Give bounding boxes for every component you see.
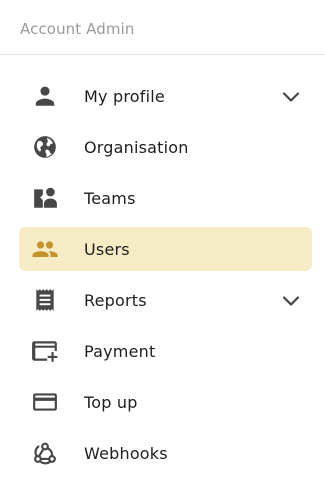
sidebar-item-label: Users xyxy=(84,240,130,259)
teams-icon xyxy=(31,185,59,211)
add-card-icon xyxy=(31,338,59,364)
chevron-down-icon[interactable] xyxy=(282,89,300,103)
sidebar-item-reports[interactable]: Reports xyxy=(19,278,312,322)
sidebar-item-top-up[interactable]: Top up xyxy=(19,380,312,424)
receipt-icon xyxy=(31,287,59,313)
sidebar-item-my-profile[interactable]: My profile xyxy=(19,74,312,118)
sidebar-item-users[interactable]: Users xyxy=(19,227,312,271)
sidebar-header: Account Admin xyxy=(0,0,325,55)
globe-icon xyxy=(31,134,59,160)
sidebar-item-label: Teams xyxy=(84,189,136,208)
sidebar-item-organisation[interactable]: Organisation xyxy=(19,125,312,169)
sidebar-item-label: Payment xyxy=(84,342,156,361)
sidebar-item-payment[interactable]: Payment xyxy=(19,329,312,373)
people-icon xyxy=(31,236,59,262)
chevron-down-icon[interactable] xyxy=(282,293,300,307)
sidebar-item-label: Top up xyxy=(84,393,138,412)
webhook-icon xyxy=(31,440,59,466)
person-icon xyxy=(31,83,59,109)
credit-card-icon xyxy=(31,389,59,415)
sidebar-item-label: Organisation xyxy=(84,138,189,157)
header-title: Account Admin xyxy=(20,20,135,38)
sidebar-item-teams[interactable]: Teams xyxy=(19,176,312,220)
sidebar-item-label: Webhooks xyxy=(84,444,168,463)
sidebar-item-webhooks[interactable]: Webhooks xyxy=(19,431,312,475)
sidebar-item-label: My profile xyxy=(84,87,165,106)
sidebar-item-label: Reports xyxy=(84,291,147,310)
